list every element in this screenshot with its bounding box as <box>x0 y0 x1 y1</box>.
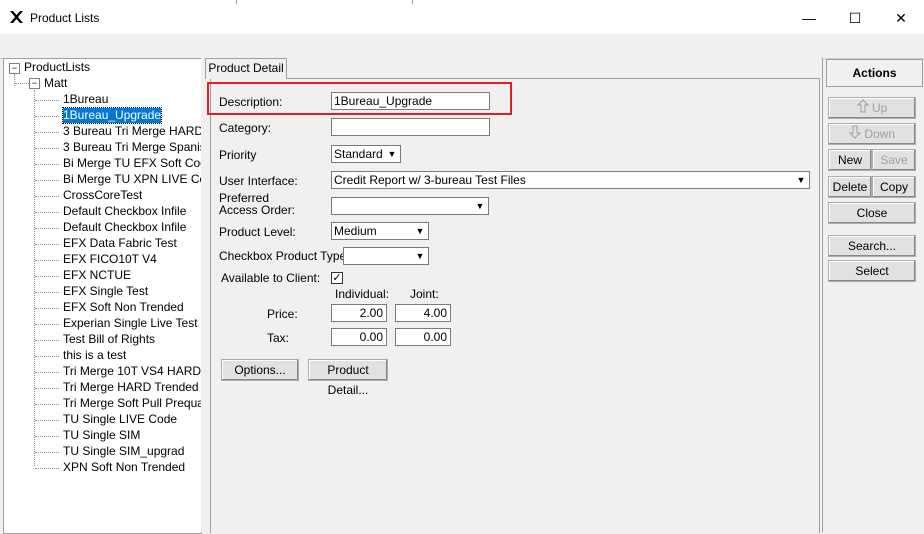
tree-item[interactable]: 3 Bureau Tri Merge HARD <box>63 124 201 139</box>
tree-item[interactable]: 3 Bureau Tri Merge Spanish <box>63 140 201 155</box>
tree-item[interactable]: Tri Merge Soft Pull Prequal <box>63 396 201 411</box>
tree-item[interactable]: TU Single SIM <box>63 428 140 443</box>
save-button[interactable]: Save <box>872 149 916 171</box>
joint-header: Joint: <box>410 287 439 301</box>
tree-item[interactable]: CrossCoreTest <box>63 188 142 203</box>
tree-item[interactable]: Tri Merge HARD Trended PF <box>63 380 201 395</box>
tree-item[interactable]: TU Single SIM_upgrad <box>63 444 184 459</box>
tree-item[interactable]: Default Checkbox Infile <box>63 204 186 219</box>
price-label: Price: <box>267 307 298 321</box>
product-list-tree[interactable]: − ProductLists − Matt 1Bureau 1Bureau_Upg… <box>3 58 202 534</box>
arrow-up-icon <box>856 99 869 119</box>
title-bar: Product Lists — ☐ ✕ <box>0 4 924 34</box>
copy-button[interactable]: Copy <box>872 176 916 198</box>
tree-item[interactable]: Tri Merge 10T VS4 HARD Tr <box>63 364 201 379</box>
tree-item[interactable]: EFX Soft Non Trended <box>63 300 184 315</box>
up-button[interactable]: Up <box>828 97 916 119</box>
individual-header: Individual: <box>335 287 390 301</box>
tree-item[interactable]: EFX FICO10T V4 <box>63 252 157 267</box>
arrow-down-icon <box>848 125 862 145</box>
collapse-group-icon[interactable]: − <box>29 78 40 89</box>
product-detail-button[interactable]: Product Detail... <box>308 359 388 397</box>
access-order-select[interactable]: ▼ <box>331 197 489 215</box>
priority-value: Standard <box>334 147 383 161</box>
select-button[interactable]: Select <box>828 260 916 282</box>
priority-label: Priority <box>219 148 257 162</box>
product-level-value: Medium <box>334 224 377 238</box>
user-interface-value: Credit Report w/ 3-bureau Test Files <box>334 173 526 187</box>
description-field[interactable]: 1Bureau_Upgrade <box>331 92 490 110</box>
close-window-button[interactable]: ✕ <box>878 4 924 34</box>
priority-select[interactable]: Standard ▼ <box>331 145 401 163</box>
minimize-button[interactable]: — <box>786 4 832 34</box>
down-label: Down <box>864 127 896 141</box>
toolbar-band <box>0 34 924 59</box>
tree-item[interactable]: EFX NCTUE <box>63 268 131 283</box>
tree-item[interactable]: Test Bill of Rights <box>63 332 155 347</box>
available-to-client-checkbox[interactable]: ✓ <box>331 272 343 284</box>
tree-item[interactable]: XPN Soft Non Trended <box>63 460 185 475</box>
tree-item[interactable]: this is a test <box>63 348 126 363</box>
tree-group-label[interactable]: Matt <box>44 76 67 91</box>
delete-button[interactable]: Delete <box>828 176 872 198</box>
checkbox-product-type-select[interactable]: ▼ <box>343 247 429 265</box>
app-icon <box>8 9 24 27</box>
description-label: Description: <box>219 95 283 109</box>
tab-product-detail[interactable]: Product Detail <box>205 58 287 79</box>
tax-joint-field[interactable]: 0.00 <box>395 328 451 346</box>
close-button[interactable]: Close <box>828 202 916 224</box>
tree-item[interactable]: EFX Single Test <box>63 284 148 299</box>
user-interface-label: User Interface: <box>219 174 298 188</box>
tree-item[interactable]: Bi Merge TU XPN LIVE Code <box>63 172 201 187</box>
chevron-down-icon[interactable]: ▼ <box>473 199 487 213</box>
up-label: Up <box>872 101 888 115</box>
checkbox-product-type-label: Checkbox Product Type: <box>219 249 350 263</box>
chevron-down-icon[interactable]: ▼ <box>794 173 808 187</box>
price-individual-field[interactable]: 2.00 <box>331 304 387 322</box>
chevron-down-icon[interactable]: ▼ <box>413 249 427 263</box>
price-joint-field[interactable]: 4.00 <box>395 304 451 322</box>
down-button[interactable]: Down <box>828 123 916 145</box>
new-button[interactable]: New <box>828 149 872 171</box>
chevron-down-icon[interactable]: ▼ <box>385 147 399 161</box>
tree-item[interactable]: 1Bureau_Upgrade <box>61 107 163 124</box>
tree-root-label[interactable]: ProductLists <box>24 60 90 75</box>
tree-item[interactable]: Bi Merge TU EFX Soft Code <box>63 156 201 171</box>
category-label: Category: <box>219 121 272 135</box>
options-button[interactable]: Options... <box>221 359 299 381</box>
product-level-select[interactable]: Medium ▼ <box>331 222 429 240</box>
access-order-label-line2: Access Order: <box>219 203 296 217</box>
search-button[interactable]: Search... <box>828 235 916 257</box>
tree-item[interactable]: 1Bureau <box>63 92 108 107</box>
actions-header: Actions <box>826 59 923 87</box>
maximize-button[interactable]: ☐ <box>832 4 878 34</box>
collapse-root-icon[interactable]: − <box>9 63 20 74</box>
available-to-client-label: Available to Client: <box>221 271 321 285</box>
window-title: Product Lists <box>30 11 100 25</box>
tree-item[interactable]: EFX Data Fabric Test <box>63 236 177 251</box>
tax-label: Tax: <box>267 331 290 345</box>
chevron-down-icon[interactable]: ▼ <box>413 224 427 238</box>
tree-item[interactable]: Experian Single Live Test <box>63 316 198 331</box>
user-interface-select[interactable]: Credit Report w/ 3-bureau Test Files ▼ <box>331 171 810 189</box>
category-field[interactable] <box>331 118 490 136</box>
tax-individual-field[interactable]: 0.00 <box>331 328 387 346</box>
product-detail-page <box>210 78 820 533</box>
product-level-label: Product Level: <box>219 225 296 239</box>
tree-item[interactable]: TU Single LIVE Code <box>63 412 177 427</box>
tree-item[interactable]: Default Checkbox Infile <box>63 220 186 235</box>
